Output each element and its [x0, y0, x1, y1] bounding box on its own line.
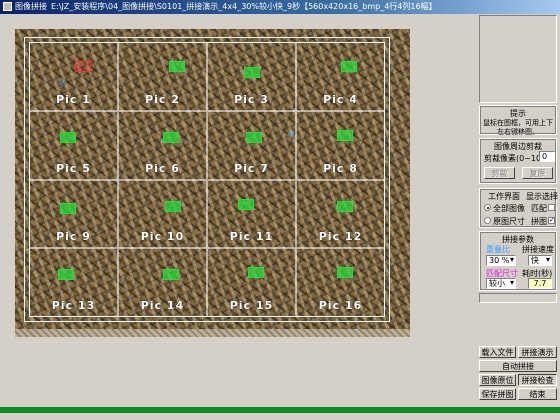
- overlap-select[interactable]: 30 %: [486, 255, 516, 266]
- exit-button[interactable]: 结束: [518, 388, 557, 400]
- hint-text: 鼠标在图框，可用上下左右键移图。: [483, 119, 553, 136]
- tile-label: Pic 3: [234, 92, 269, 106]
- show-title: 显示选择: [526, 192, 558, 201]
- tile-9[interactable]: Pic 9: [29, 179, 118, 249]
- match-marker: [337, 129, 353, 141]
- demo-button[interactable]: 拼接演示: [518, 346, 557, 358]
- work-title: 工作界面: [488, 192, 520, 201]
- control-panel: 提示 鼠标在图框，可用上下左右键移图。 图像周边剪裁 剪裁像素(0~10) 0 …: [476, 15, 560, 405]
- reset-button[interactable]: 图像原位: [479, 374, 516, 386]
- tile-12[interactable]: Pic 12: [296, 179, 385, 249]
- display-group: 工作界面 显示选择 全部图像 原图尺寸 匹配 拼图 ✓: [479, 188, 558, 228]
- match-marker: [60, 131, 76, 143]
- full-image-radio[interactable]: [484, 204, 491, 211]
- image-canvas[interactable]: Pic 1 Pic 2 Pic 3 Pic 4 Pic 5 Pic 6 Pic 7 Pic 8…: [1, 15, 473, 403]
- match-checkbox[interactable]: [548, 204, 555, 211]
- tile-label: Pic 2: [145, 92, 180, 106]
- tile-1[interactable]: Pic 1: [29, 42, 118, 111]
- match-marker: [165, 200, 181, 212]
- match-marker: [246, 131, 262, 143]
- tile-5[interactable]: Pic 5: [29, 110, 118, 180]
- tile-6[interactable]: Pic 6: [118, 110, 207, 180]
- match-marker: [337, 200, 353, 212]
- image-edge: [15, 329, 410, 337]
- speed-select[interactable]: 快: [528, 255, 552, 266]
- tile-label: Pic 10: [140, 230, 185, 244]
- tile-10[interactable]: Pic 10: [118, 179, 207, 249]
- tile-label: Pic 14: [140, 299, 185, 312]
- restore-button[interactable]: 复原: [522, 167, 553, 179]
- match-marker: [238, 198, 254, 210]
- status-box: [479, 293, 557, 303]
- match-marker: [58, 269, 74, 281]
- match-marker: [248, 267, 264, 279]
- tile-label: Pic 12: [318, 230, 363, 244]
- crop-button[interactable]: 剪裁: [484, 167, 515, 179]
- full-image-label: 全部图像: [493, 204, 525, 213]
- tile-label: Pic 1: [56, 92, 91, 106]
- orig-size-radio[interactable]: [484, 217, 491, 224]
- stitch-params-group: 拼接参数 重叠比 拼接速度 30 % 快 匹配尺寸 耗时(秒) 较小 7.7: [479, 231, 557, 291]
- load-file-button[interactable]: 载入文件: [479, 346, 516, 358]
- bottom-strip: [0, 413, 560, 420]
- check-button[interactable]: 拼接检查: [518, 374, 557, 386]
- auto-stitch-button[interactable]: 自动拼接: [479, 360, 557, 372]
- tile-label: Pic 4: [323, 92, 358, 106]
- window-path: E:\JZ_安装程序\04_图像拼接\S0101_拼接演示_4x4_30%较小快…: [51, 2, 437, 11]
- match-marker: [163, 269, 179, 281]
- tile-2[interactable]: Pic 2: [118, 42, 207, 111]
- orig-size-label: 原图尺寸: [493, 217, 525, 226]
- tile-14[interactable]: Pic 14: [118, 248, 207, 317]
- time-output: 7.7: [528, 278, 552, 289]
- tile-3[interactable]: Pic 3: [207, 42, 296, 111]
- crop-pixels-label: 剪裁像素(0~10): [484, 154, 545, 163]
- tile-label: Pic 15: [229, 299, 274, 312]
- tile-label: Pic 13: [51, 299, 96, 312]
- save-button[interactable]: 保存拼图: [479, 388, 516, 400]
- hint-title: 提示: [510, 109, 526, 118]
- tile-11[interactable]: Pic 11: [207, 179, 296, 249]
- tile-label: Pic 5: [56, 161, 91, 175]
- title-bar: 图像拼接 E:\JZ_安装程序\04_图像拼接\S0101_拼接演示_4x4_30…: [0, 0, 560, 14]
- match-marker: [244, 67, 260, 78]
- tile-label: Pic 8: [323, 161, 358, 175]
- tile-4[interactable]: Pic 4: [296, 42, 385, 111]
- tile-7[interactable]: Pic 7: [207, 110, 296, 180]
- tile-13[interactable]: Pic 13: [29, 248, 118, 317]
- app-icon: [3, 2, 12, 11]
- crop-pixels-input[interactable]: 0: [539, 151, 555, 162]
- tile-label: Pic 11: [229, 230, 274, 244]
- tile-8[interactable]: Pic 8: [296, 110, 385, 180]
- tile-label: Pic 9: [56, 230, 91, 244]
- stitch-checkbox[interactable]: ✓: [548, 217, 555, 224]
- panel-top-blank: [479, 15, 557, 103]
- stitch-label: 拼图: [531, 217, 547, 226]
- match-marker: [341, 61, 357, 72]
- tile-label: Pic 6: [145, 161, 180, 175]
- match-marker: [337, 267, 353, 279]
- hint-group: 提示 鼠标在图框，可用上下左右键移图。: [479, 105, 557, 136]
- match-marker: [169, 61, 185, 72]
- overlap-label: 重叠比: [486, 245, 510, 254]
- match-marker: [163, 131, 179, 143]
- tile-15[interactable]: Pic 15: [207, 248, 296, 317]
- match-size-select[interactable]: 较小: [486, 278, 516, 289]
- window-title: 图像拼接: [15, 2, 47, 11]
- match-marker: [75, 61, 91, 72]
- tile-label: Pic 7: [234, 161, 269, 175]
- match-marker: [60, 202, 76, 214]
- crop-group: 图像周边剪裁 剪裁像素(0~10) 0 剪裁 复原: [479, 138, 557, 184]
- speed-label: 拼接速度: [522, 245, 554, 254]
- tile-label: Pic 16: [318, 299, 363, 312]
- tile-16[interactable]: Pic 16: [296, 248, 385, 317]
- match-label: 匹配: [531, 204, 547, 213]
